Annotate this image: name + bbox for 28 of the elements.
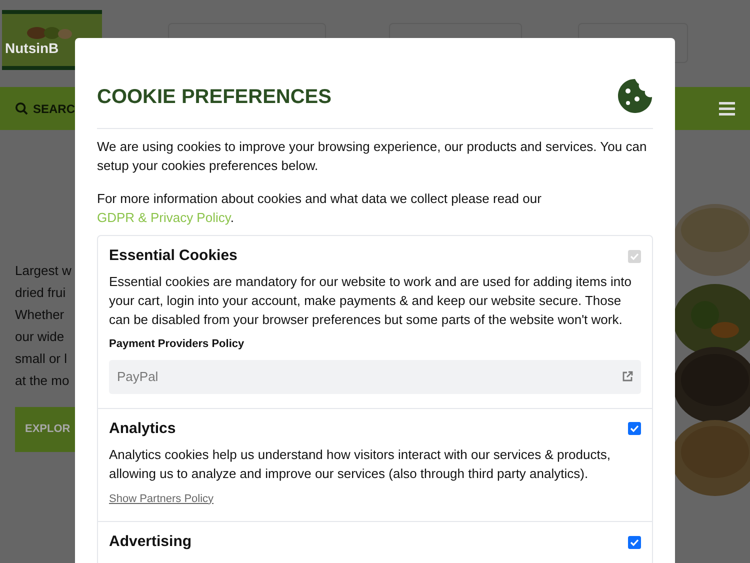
intro-line: Whether [15, 306, 64, 324]
intro-line: our wide [15, 328, 64, 346]
cookie-icon [617, 78, 653, 114]
category-description: Analytics cookies help us understand how visitors interact with our services & products, allowing us to analyze and improve our services (also through third party analytics). [109, 446, 612, 482]
intro-text: We are using cookies to improve your browsing experience, our products and services. You can setup your cookies preferences below. [97, 138, 648, 175]
intro-line: at the mo [15, 372, 70, 390]
search-icon[interactable] [15, 102, 28, 115]
nuts-icon [25, 25, 75, 41]
partners-policy-link[interactable]: Show Partners Policy [109, 490, 214, 507]
category-title: Essential Cookies [109, 247, 238, 265]
category-title: Analytics [109, 420, 176, 438]
category-description: Essential cookies are mandatory for our website to work and are used for adding items into your cart, login into your account, make payments & and keep our website secure. Those can be disabled from your browser preferences but some parts of the website won't work. [109, 273, 632, 329]
intro-line: small or l [15, 350, 68, 368]
category-checkbox[interactable] [628, 422, 641, 435]
menu-icon[interactable] [719, 102, 735, 116]
category-title: Advertising [109, 533, 192, 551]
external-link-icon[interactable] [622, 371, 633, 382]
category-checkbox[interactable] [628, 536, 641, 548]
explore-button[interactable]: EXPLOR [15, 407, 75, 452]
search-label[interactable]: SEARC [33, 100, 76, 118]
dialog-title: COOKIE PREFERENCES [97, 85, 332, 110]
privacy-link[interactable]: GDPR & Privacy Policy [97, 210, 230, 225]
policy-label: Payment Providers Policy [109, 337, 244, 352]
intro-line: dried frui [15, 284, 66, 302]
more-info-text: For more information about cookies and what data we collect please read our GDPR & Privacy Policy. [97, 190, 542, 227]
intro-line: Largest w [15, 262, 72, 280]
logo-text: NutsinB [5, 41, 59, 55]
provider-name: PayPal [117, 368, 158, 386]
